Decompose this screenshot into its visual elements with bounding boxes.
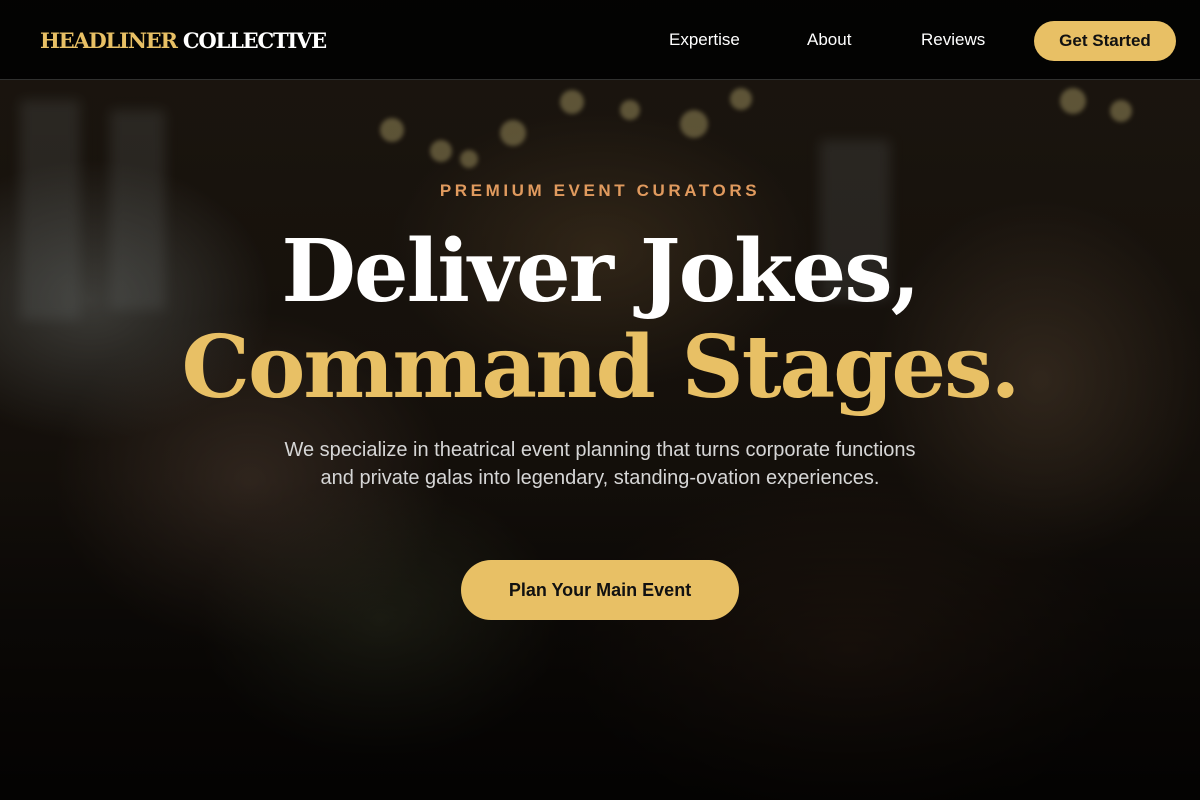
hero-headline-line1: Deliver Jokes, (281, 221, 920, 322)
nav-link-reviews[interactable]: Reviews (921, 30, 985, 50)
nav-link-expertise[interactable]: Expertise (669, 30, 740, 50)
plan-event-button[interactable]: Plan Your Main Event (461, 560, 739, 620)
brand-name-part2: COLLECTIVE (182, 28, 327, 53)
hero-subtext: We specialize in theatrical event planni… (284, 439, 916, 489)
nav-link-about[interactable]: About (807, 30, 851, 50)
brand-logo[interactable]: HEADLINER COLLECTIVE (40, 28, 327, 54)
get-started-button[interactable]: Get Started (1034, 21, 1176, 61)
brand-name-part1: HEADLINER (40, 28, 178, 53)
hero-headline-line2: Command Stages. (181, 317, 1021, 418)
hero-eyebrow: PREMIUM EVENT CURATORS (439, 181, 761, 200)
top-navbar: HEADLINER COLLECTIVE Expertise About Rev… (0, 0, 1200, 80)
